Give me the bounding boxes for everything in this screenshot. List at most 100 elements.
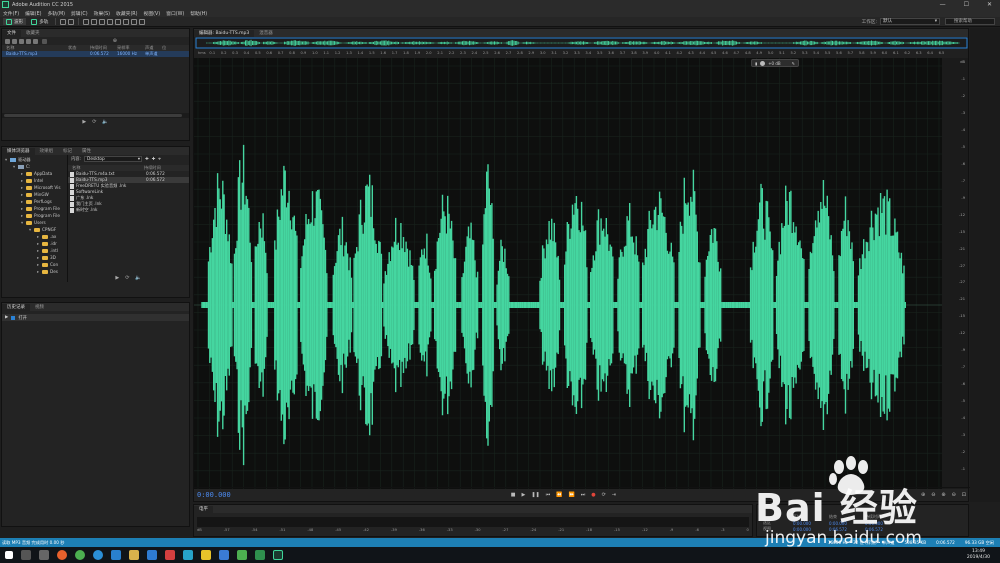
record-icon[interactable]: ● bbox=[591, 492, 595, 498]
waveform-view-button[interactable]: 波形 bbox=[3, 18, 27, 25]
lasso-tool-icon[interactable] bbox=[123, 18, 130, 25]
brush-tool-icon[interactable] bbox=[131, 18, 138, 25]
store-icon[interactable] bbox=[147, 550, 157, 560]
app-icon[interactable] bbox=[219, 550, 229, 560]
chevron-right-icon[interactable]: ▸ bbox=[36, 240, 40, 247]
tree-item[interactable]: ▾ CPNGF bbox=[2, 226, 67, 233]
tree-item[interactable]: ▾ Users bbox=[2, 219, 67, 226]
qq-browser-icon[interactable] bbox=[93, 550, 103, 560]
app-icon[interactable] bbox=[165, 550, 175, 560]
move-to-end-icon[interactable]: ⏭ bbox=[581, 492, 586, 498]
chrome-icon[interactable] bbox=[75, 550, 85, 560]
menu-item-5[interactable]: 收藏夹(R) bbox=[116, 10, 137, 17]
time-ruler[interactable]: hms 0.1 0.2 0.3 0.4 0.5 0.6 0.7 0.8 0.9 1.0 1.1 1.2 1… bbox=[194, 49, 968, 58]
spot-healing-icon[interactable] bbox=[139, 18, 146, 25]
tab-media-browser[interactable]: 媒体浏览器 bbox=[2, 148, 35, 155]
minimize-icon[interactable]: — bbox=[940, 1, 946, 8]
search-icon[interactable] bbox=[21, 550, 31, 560]
razor-tool-icon[interactable] bbox=[91, 18, 98, 25]
tree-item[interactable]: ▸ .intl bbox=[2, 247, 67, 254]
loop-icon[interactable]: ⟳ bbox=[125, 275, 129, 281]
tab-history[interactable]: 历史记录 bbox=[2, 304, 30, 311]
tree-item[interactable]: ▸ PerfLogs bbox=[2, 198, 67, 205]
chevron-right-icon[interactable]: ▸ bbox=[20, 177, 24, 184]
stop-icon[interactable]: ■ bbox=[511, 492, 516, 498]
open-file-icon[interactable] bbox=[5, 38, 10, 44]
firefox-icon[interactable] bbox=[57, 550, 67, 560]
shortcut-icon[interactable]: ✚ bbox=[145, 157, 149, 162]
tab-markers[interactable]: 标记 bbox=[58, 148, 77, 155]
menu-item-6[interactable]: 视图(V) bbox=[144, 10, 161, 17]
close-file-icon[interactable] bbox=[26, 38, 31, 44]
chevron-right-icon[interactable]: ▸ bbox=[20, 198, 24, 205]
system-clock[interactable]: 13:49 2019/4/30 bbox=[967, 549, 1000, 561]
chevron-right-icon[interactable]: ▸ bbox=[36, 261, 40, 268]
auto-play-icon[interactable]: ⊕ bbox=[113, 38, 189, 44]
tree-item[interactable]: ▸ .idr bbox=[2, 240, 67, 247]
files-hscrollbar[interactable] bbox=[2, 113, 189, 118]
volume-icon[interactable]: 🔈 bbox=[102, 119, 108, 125]
save-file-icon[interactable] bbox=[33, 38, 38, 44]
windows-start-icon[interactable] bbox=[5, 551, 13, 559]
maximize-icon[interactable]: ☐ bbox=[964, 1, 969, 8]
menu-item-8[interactable]: 帮助(H) bbox=[190, 10, 207, 17]
import-file-icon[interactable] bbox=[12, 38, 17, 44]
tab-editor[interactable]: 编辑器: Baidu-TTS.mp3 bbox=[194, 30, 255, 37]
play-icon[interactable]: ▶ bbox=[115, 275, 119, 281]
chevron-down-icon[interactable]: ▾ bbox=[20, 219, 24, 226]
tab-files[interactable]: 文件 bbox=[2, 30, 21, 37]
task-view-icon[interactable] bbox=[39, 550, 49, 560]
tree-item[interactable]: ▾ 驱动器 bbox=[2, 156, 67, 163]
edge-icon[interactable] bbox=[111, 550, 121, 560]
menu-item-3[interactable]: 剪辑(C) bbox=[71, 10, 88, 17]
move-to-start-icon[interactable]: ⏮ bbox=[546, 492, 551, 498]
file-row[interactable]: Baidu-TTS.mp3 0:06.572 16000 Hz 单声道 bbox=[2, 51, 189, 57]
search-icon[interactable] bbox=[42, 38, 47, 44]
volume-knob-icon[interactable] bbox=[760, 60, 766, 66]
menu-item-4[interactable]: 效果(S) bbox=[94, 10, 110, 17]
spectral-display-icon[interactable] bbox=[60, 18, 67, 25]
history-item[interactable]: ▶ 打开 bbox=[2, 314, 189, 321]
chevron-right-icon[interactable]: ▸ bbox=[36, 233, 40, 240]
loop-icon[interactable]: ⟳ bbox=[602, 492, 606, 498]
tree-item[interactable]: ▸ Microsoft Vis bbox=[2, 184, 67, 191]
loop-icon[interactable]: ⟳ bbox=[92, 119, 96, 125]
volume-hud[interactable]: ▮ +0 dB ✎ bbox=[751, 59, 799, 67]
help-search-input[interactable]: 搜索帮助 bbox=[945, 18, 995, 25]
workspace-select[interactable]: 默认 ▾ bbox=[880, 18, 940, 25]
chevron-right-icon[interactable]: ▸ bbox=[20, 205, 24, 212]
play-icon[interactable]: ▶ bbox=[82, 119, 86, 125]
audition-taskbar-icon[interactable] bbox=[273, 550, 283, 560]
tree-item[interactable]: ▸ 3D bbox=[2, 254, 67, 261]
excel-icon[interactable] bbox=[255, 550, 265, 560]
qq-icon[interactable] bbox=[183, 550, 193, 560]
tab-favorites[interactable]: 收藏夹 bbox=[21, 30, 45, 37]
skip-icon[interactable]: ⇥ bbox=[612, 492, 616, 498]
fast-forward-icon[interactable]: ⏩ bbox=[568, 492, 574, 498]
pitch-display-icon[interactable] bbox=[68, 18, 75, 25]
time-selection-tool-icon[interactable] bbox=[107, 18, 114, 25]
waveform-overview[interactable] bbox=[194, 37, 968, 49]
chevron-down-icon[interactable]: ▾ bbox=[12, 163, 16, 170]
tab-effects-rack[interactable]: 效果组 bbox=[35, 148, 59, 155]
tab-video[interactable]: 视频 bbox=[30, 304, 49, 311]
content-select[interactable]: Desktop ▾ bbox=[84, 156, 143, 162]
chevron-right-icon[interactable]: ▸ bbox=[20, 170, 24, 177]
notes-icon[interactable] bbox=[201, 550, 211, 560]
tree-item[interactable]: ▸ AppData bbox=[2, 170, 67, 177]
pause-icon[interactable]: ❚❚ bbox=[531, 492, 539, 498]
move-tool-icon[interactable] bbox=[83, 18, 90, 25]
chevron-down-icon[interactable]: ▾ bbox=[4, 156, 8, 163]
add-shortcut-icon[interactable]: ✚ bbox=[152, 157, 156, 162]
rewind-icon[interactable]: ⏪ bbox=[556, 492, 562, 498]
play-icon[interactable]: ▶ bbox=[521, 492, 525, 498]
current-time[interactable]: 0:00.000 bbox=[197, 491, 231, 499]
tree-item[interactable]: ▸ Des bbox=[2, 268, 67, 275]
multitrack-view-button[interactable]: 多轨 bbox=[28, 18, 51, 25]
tree-item[interactable]: ▾ C: bbox=[2, 163, 67, 170]
file-explorer-icon[interactable] bbox=[129, 550, 139, 560]
new-file-icon[interactable] bbox=[19, 38, 24, 44]
chevron-right-icon[interactable]: ▸ bbox=[36, 247, 40, 254]
tab-properties[interactable]: 属性 bbox=[77, 148, 96, 155]
tree-item[interactable]: ▸ .ax bbox=[2, 233, 67, 240]
